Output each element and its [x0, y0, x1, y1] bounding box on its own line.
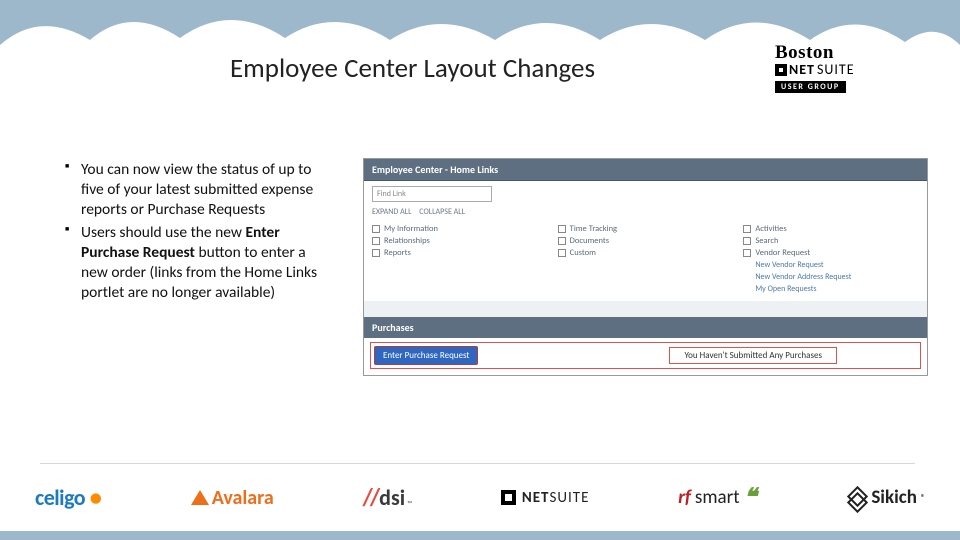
- links-columns: My Information Relationships Reports Tim…: [364, 221, 927, 301]
- triangle-icon: [191, 490, 209, 505]
- trademark-icon: ™: [407, 499, 412, 508]
- link-item: My Information: [372, 223, 548, 235]
- badge-line2: NETSUITE: [775, 63, 905, 77]
- footer-divider: [40, 463, 915, 464]
- bullet-text: Users should use the new: [81, 223, 246, 242]
- link-subitem: New Vendor Request: [743, 259, 919, 271]
- sponsor-logos: celigo● Avalara // dsi ™ NETSUITE rfsmar…: [35, 483, 925, 512]
- bullet-text: You can now view the status of up to fiv…: [81, 160, 313, 219]
- logo-text: Sikich: [871, 486, 917, 509]
- boston-netsuite-badge: Boston NETSUITE USER GROUP: [775, 43, 905, 93]
- netsuite-square-icon: [501, 490, 516, 505]
- employee-center-screenshot: Employee Center - Home Links Find Link E…: [363, 158, 928, 376]
- link-item: Documents: [558, 235, 734, 247]
- bullet-item: You can now view the status of up to fiv…: [65, 160, 325, 219]
- link-subitem: My Open Requests: [743, 283, 919, 295]
- logo-text: celigo: [35, 484, 85, 511]
- logo-text: Avalara: [212, 486, 274, 510]
- logo-text: smart: [695, 486, 740, 509]
- logo-text: rf: [678, 486, 691, 509]
- link-item: Time Tracking: [558, 223, 734, 235]
- logo-dsi: // dsi ™: [363, 483, 413, 512]
- links-col-3: Activities Search Vendor Request New Ven…: [743, 223, 919, 295]
- logo-celigo: celigo●: [35, 484, 102, 511]
- expand-collapse-row: EXPAND ALL COLLAPSE ALL: [364, 207, 927, 221]
- expand-all-link: EXPAND ALL: [372, 207, 411, 217]
- logo-text: SUITE: [549, 489, 589, 507]
- link-item: Custom: [558, 247, 734, 259]
- logo-netsuite: NETSUITE: [501, 489, 590, 507]
- bottom-accent-bar: [0, 531, 960, 540]
- logo-text: dsi: [379, 484, 405, 511]
- link-item: Activities: [743, 223, 919, 235]
- link-subitem: New Vendor Address Request: [743, 271, 919, 283]
- links-col-2: Time Tracking Documents Custom: [558, 223, 734, 295]
- link-item: Reports: [372, 247, 548, 259]
- link-item: Search: [743, 235, 919, 247]
- logo-sikich: Sikich ®: [845, 486, 925, 509]
- purchases-row-highlight: Enter Purchase Request You Haven't Submi…: [370, 342, 921, 369]
- no-purchases-message: You Haven't Submitted Any Purchases: [669, 347, 837, 364]
- badge-usergroup: USER GROUP: [775, 81, 846, 93]
- slide-title: Employee Center Layout Changes: [230, 52, 595, 85]
- portlet-gap: [364, 301, 927, 317]
- slash-icon: //: [363, 483, 378, 512]
- bullet-list: You can now view the status of up to fiv…: [65, 160, 325, 307]
- portlet-header-homelinks: Employee Center - Home Links: [364, 159, 927, 181]
- badge-net: NET: [789, 63, 815, 77]
- portlet-header-purchases: Purchases: [364, 317, 927, 338]
- logo-avalara: Avalara: [191, 486, 274, 510]
- badge-suite: SUITE: [817, 63, 855, 77]
- find-link-input: Find Link: [372, 186, 492, 202]
- logo-dot-icon: ●: [89, 484, 102, 511]
- link-item: Vendor Request: [743, 247, 919, 259]
- registered-icon: ®: [921, 493, 925, 503]
- bullet-item: Users should use the new Enter Purchase …: [65, 223, 325, 302]
- netsuite-square-icon: [775, 64, 787, 76]
- link-item: Relationships: [372, 235, 548, 247]
- enter-purchase-request-button: Enter Purchase Request: [374, 346, 478, 365]
- collapse-all-link: COLLAPSE ALL: [419, 207, 465, 217]
- links-col-1: My Information Relationships Reports: [372, 223, 548, 295]
- logo-rfsmart: rfsmart❝: [678, 486, 756, 509]
- sikich-mark-icon: [845, 487, 867, 509]
- logo-text: NET: [522, 489, 550, 507]
- badge-line1: Boston: [775, 43, 905, 62]
